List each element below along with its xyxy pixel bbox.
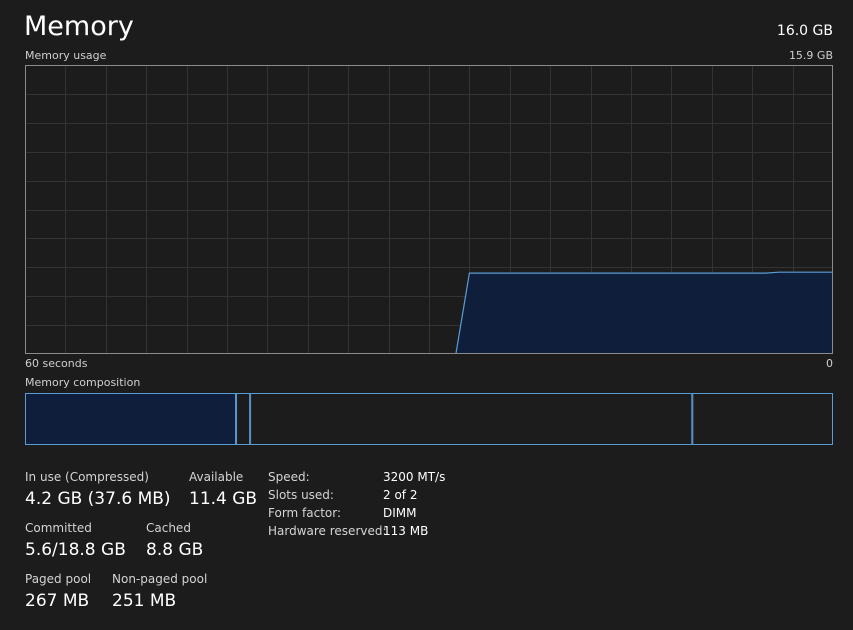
available-value: 11.4 GB [189,489,258,509]
memory-usage-label: Memory usage [25,49,107,62]
composition-segment-standby[interactable] [250,393,693,445]
graph-time-start: 60 seconds [25,357,88,370]
committed-label: Committed [25,521,92,535]
slots-used-key: Slots used: [268,488,334,502]
memory-usage-max: 15.9 GB [788,49,833,62]
in-use-value: 4.2 GB (37.6 MB) [25,489,171,509]
memory-composition-label: Memory composition [25,376,141,389]
in-use-label: In use (Compressed) [25,470,149,484]
form-factor-key: Form factor: [268,506,342,520]
memory-usage-graph [25,65,833,354]
cached-value: 8.8 GB [146,540,204,560]
speed-key: Speed: [268,470,310,484]
non-paged-pool-label: Non-paged pool [112,572,208,586]
graph-time-end: 0 [826,357,833,370]
slots-used-value: 2 of 2 [383,488,418,502]
available-label: Available [189,470,244,484]
hardware-reserved-value: 113 MB [383,524,429,538]
composition-segment-modified[interactable] [236,393,251,445]
form-factor-value: DIMM [383,506,417,520]
memory-performance-panel: Memory 16.0 GB Memory usage 15.9 GB 60 s… [0,0,853,630]
committed-value: 5.6/18.8 GB [25,540,126,560]
composition-segment-in-use[interactable] [25,393,237,445]
speed-value: 3200 MT/s [383,470,446,484]
hardware-reserved-key: Hardware reserved: [268,524,387,538]
non-paged-pool-value: 251 MB [112,591,177,611]
paged-pool-label: Paged pool [25,572,92,586]
cached-label: Cached [146,521,191,535]
paged-pool-value: 267 MB [25,591,90,611]
memory-composition-bar [25,393,833,445]
composition-segment-free[interactable] [692,393,833,445]
page-title: Memory [24,11,134,42]
total-memory: 16.0 GB [776,23,833,39]
